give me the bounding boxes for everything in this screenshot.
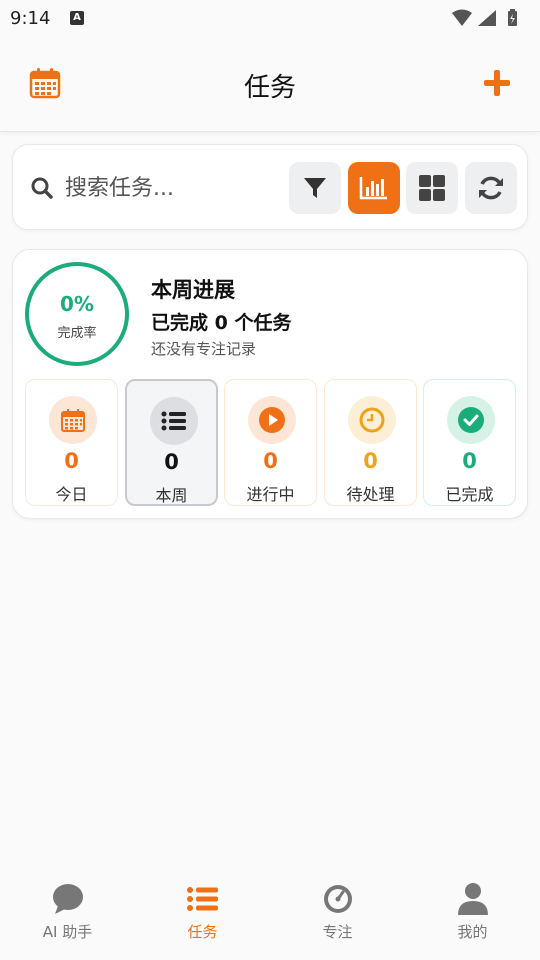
weekly-progress-title: 本周进展 bbox=[151, 278, 235, 302]
bar-chart-icon bbox=[359, 177, 387, 200]
page-title: 任务 bbox=[243, 73, 296, 103]
status-time: 9:14 bbox=[10, 8, 51, 29]
nav-ai-assistant[interactable]: AI 助手 bbox=[0, 866, 135, 960]
statistics-view-button[interactable] bbox=[348, 162, 400, 214]
filter-button[interactable] bbox=[289, 162, 341, 214]
stat-label: 进行中 bbox=[246, 485, 295, 504]
status-bar: 9:14 A bbox=[0, 0, 540, 36]
completion-rate: 0% bbox=[60, 292, 94, 316]
stat-today[interactable]: 0 今日 bbox=[25, 379, 118, 506]
stat-in-progress[interactable]: 0 进行中 bbox=[224, 379, 317, 506]
plus-icon bbox=[484, 70, 510, 96]
battery-icon bbox=[508, 9, 517, 26]
stat-label: 已完成 bbox=[445, 485, 494, 504]
stat-count: 0 bbox=[462, 449, 477, 473]
stat-count: 0 bbox=[64, 449, 79, 473]
weekly-progress-card: 0% 完成率 本周进展 已完成 0 个任务 还没有专注记录 0 今日 0 本周 … bbox=[12, 249, 528, 519]
add-task-button[interactable] bbox=[482, 68, 512, 98]
stat-label: 待处理 bbox=[346, 485, 395, 504]
search-card bbox=[12, 144, 528, 230]
search-input[interactable] bbox=[65, 171, 235, 205]
play-circle-icon bbox=[248, 396, 296, 444]
grid-view-button[interactable] bbox=[406, 162, 458, 214]
nav-label: 专注 bbox=[322, 923, 353, 941]
search-icon bbox=[31, 177, 53, 199]
stat-count: 0 bbox=[164, 450, 179, 474]
completed-count-text: 已完成 0 个任务 bbox=[151, 312, 292, 334]
nav-label: 我的 bbox=[457, 923, 488, 941]
refresh-button[interactable] bbox=[465, 162, 517, 214]
clock-icon bbox=[348, 396, 396, 444]
chat-bubble-icon bbox=[51, 882, 85, 916]
list-icon bbox=[150, 397, 198, 445]
stat-count: 0 bbox=[263, 449, 278, 473]
filter-icon bbox=[304, 178, 326, 198]
stat-label: 今日 bbox=[55, 485, 88, 504]
stat-pending[interactable]: 0 待处理 bbox=[324, 379, 417, 506]
list-icon bbox=[186, 882, 220, 916]
stat-label: 本周 bbox=[155, 486, 188, 505]
user-icon bbox=[456, 882, 490, 916]
timer-icon bbox=[321, 882, 355, 916]
nav-label: 任务 bbox=[187, 923, 218, 941]
check-circle-icon bbox=[447, 396, 495, 444]
nav-profile[interactable]: 我的 bbox=[405, 866, 540, 960]
status-icons bbox=[450, 8, 530, 32]
nav-label: AI 助手 bbox=[42, 923, 93, 941]
bottom-nav: AI 助手 任务 专注 我的 bbox=[0, 866, 540, 960]
nav-focus[interactable]: 专注 bbox=[270, 866, 405, 960]
notification-icon: A bbox=[70, 11, 84, 25]
focus-record-text: 还没有专注记录 bbox=[151, 340, 257, 358]
stat-this-week[interactable]: 0 本周 bbox=[125, 379, 218, 506]
refresh-icon bbox=[479, 176, 503, 200]
completion-ring: 0% 完成率 bbox=[25, 262, 129, 366]
wifi-icon bbox=[452, 9, 472, 26]
app-bar: 任务 bbox=[0, 36, 540, 132]
completion-label: 完成率 bbox=[57, 326, 97, 341]
stat-count: 0 bbox=[363, 449, 378, 473]
calendar-icon bbox=[49, 396, 97, 444]
nav-tasks[interactable]: 任务 bbox=[135, 866, 270, 960]
signal-icon bbox=[478, 10, 496, 26]
stat-completed[interactable]: 0 已完成 bbox=[423, 379, 516, 506]
grid-icon bbox=[419, 175, 445, 201]
